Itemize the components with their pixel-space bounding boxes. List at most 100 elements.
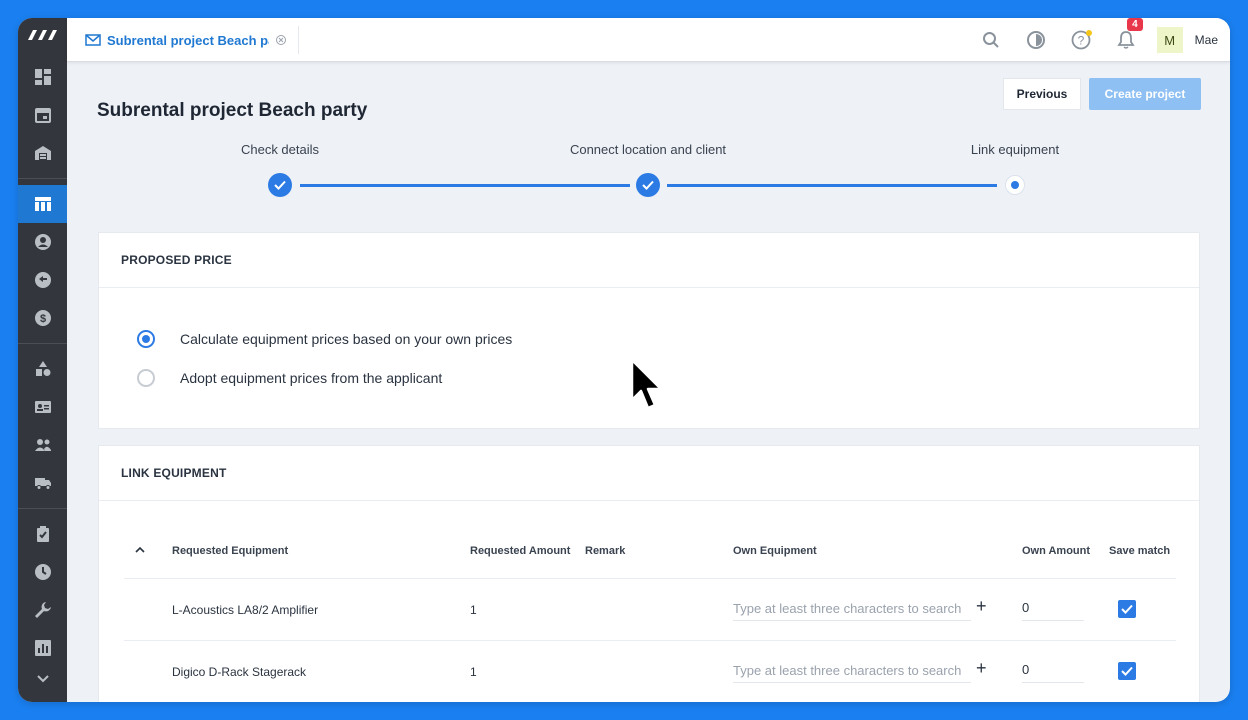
- own-amount-input[interactable]: 0: [1022, 657, 1084, 683]
- tab-subrental-project[interactable]: Subrental project Beach party: [85, 26, 299, 54]
- check-icon: [642, 180, 654, 190]
- help-button[interactable]: ?: [1059, 18, 1104, 62]
- nav-reports[interactable]: [18, 629, 67, 667]
- clipboard-check-icon: [36, 526, 49, 542]
- add-icon[interactable]: +: [976, 658, 987, 679]
- add-icon[interactable]: +: [976, 596, 987, 617]
- svg-text:?: ?: [1078, 34, 1085, 48]
- wrench-icon: [34, 602, 51, 618]
- group-icon: [34, 439, 51, 451]
- user-name[interactable]: Mae: [1195, 33, 1218, 47]
- mouse-pointer-icon: [630, 358, 663, 410]
- tab-label: Subrental project Beach party: [107, 32, 269, 48]
- nav-dashboard[interactable]: [18, 58, 67, 96]
- requested-equipment: Digico D-Rack Stagerack: [172, 665, 307, 679]
- projects-icon: [34, 197, 51, 211]
- step-connector: [300, 184, 630, 187]
- nav-contacts[interactable]: [18, 223, 67, 261]
- bar-chart-icon: [34, 640, 51, 656]
- create-project-button[interactable]: Create project: [1089, 78, 1201, 110]
- nav-time[interactable]: [18, 553, 67, 591]
- calendar-icon: [34, 108, 51, 123]
- nav-divider: [18, 178, 67, 179]
- current-step-dot: [1011, 181, 1019, 189]
- logo-icon: [27, 30, 57, 40]
- col-save-match[interactable]: Save match: [1109, 545, 1170, 557]
- check-icon: [274, 180, 286, 190]
- nav-equipment[interactable]: [18, 350, 67, 388]
- col-remark[interactable]: Remark: [585, 545, 625, 557]
- nav-divider: [18, 343, 67, 344]
- price-option-applicant[interactable]: Adopt equipment prices from the applican…: [137, 369, 442, 387]
- radio-own-prices[interactable]: [137, 330, 155, 348]
- help-indicator: [1085, 30, 1092, 36]
- step-connector: [667, 184, 997, 187]
- own-amount-input[interactable]: 0: [1022, 595, 1084, 621]
- dashboard-icon: [34, 69, 51, 85]
- nav-maintenance[interactable]: [18, 591, 67, 629]
- save-match-checkbox[interactable]: [1118, 600, 1136, 618]
- clock-icon: [34, 564, 51, 580]
- check-icon: [1121, 666, 1133, 676]
- table-row: L-Acoustics LA8/2 Amplifier 1 + 0: [124, 578, 1176, 640]
- nav-divider: [18, 508, 67, 509]
- col-requested-equipment[interactable]: Requested Equipment: [172, 545, 288, 557]
- user-circle-icon: [34, 234, 51, 250]
- previous-button[interactable]: Previous: [1003, 78, 1081, 110]
- dollar-icon: $: [34, 310, 51, 326]
- step-connect-location[interactable]: [636, 173, 660, 197]
- proposed-price-heading: PROPOSED PRICE: [99, 233, 1199, 288]
- nav-crew[interactable]: [18, 388, 67, 426]
- svg-text:$: $: [39, 313, 45, 325]
- close-icon[interactable]: [275, 34, 287, 46]
- chevron-up-icon[interactable]: [135, 546, 145, 554]
- col-own-amount[interactable]: Own Amount: [1022, 545, 1090, 557]
- step-label-connect-location: Connect location and client: [569, 142, 727, 157]
- price-option-own[interactable]: Calculate equipment prices based on your…: [137, 330, 512, 348]
- notification-badge: 4: [1127, 18, 1143, 31]
- bell-icon: [1117, 31, 1135, 49]
- timer-icon: [1027, 31, 1046, 49]
- col-requested-amount[interactable]: Requested Amount: [470, 545, 570, 557]
- step-label-link-equipment: Link equipment: [970, 142, 1060, 157]
- save-match-checkbox[interactable]: [1118, 662, 1136, 680]
- nav-expand[interactable]: [18, 667, 67, 691]
- radio-applicant-prices-label: Adopt equipment prices from the applican…: [180, 370, 443, 386]
- id-card-icon: [34, 401, 51, 413]
- warehouse-icon: [34, 146, 51, 160]
- shapes-icon: [35, 361, 50, 376]
- app-window: $ Subrental project Beach p ? 4 M Mae Su…: [18, 18, 1230, 702]
- nav-transport[interactable]: [18, 464, 67, 502]
- radio-applicant-prices[interactable]: [137, 369, 155, 387]
- radio-own-prices-label: Calculate equipment prices based on your…: [180, 331, 513, 347]
- nav-tasks[interactable]: [18, 515, 67, 553]
- avatar[interactable]: M: [1156, 27, 1183, 53]
- link-equipment-card: LINK EQUIPMENT Requested Equipment Reque…: [99, 446, 1199, 702]
- activity-button[interactable]: [1014, 18, 1059, 62]
- search-button[interactable]: [969, 18, 1014, 62]
- nav-finance[interactable]: $: [18, 299, 67, 337]
- requested-amount: 1: [470, 603, 477, 617]
- requested-amount: 1: [470, 665, 477, 679]
- check-icon: [1121, 604, 1133, 614]
- step-link-equipment[interactable]: [1005, 175, 1025, 195]
- sidebar: $: [18, 18, 67, 702]
- col-own-equipment[interactable]: Own Equipment: [733, 545, 817, 557]
- nav-sync[interactable]: [18, 261, 67, 299]
- notifications-button[interactable]: 4: [1104, 18, 1149, 62]
- mail-icon: [85, 34, 101, 46]
- search-icon: [983, 32, 999, 48]
- top-bar: Subrental project Beach party ? 4 M Mae: [67, 18, 1230, 62]
- truck-icon: [34, 478, 51, 490]
- nav-calendar[interactable]: [18, 96, 67, 134]
- nav-warehouse[interactable]: [18, 134, 67, 172]
- nav-team[interactable]: [18, 426, 67, 464]
- step-check-details[interactable]: [268, 173, 292, 197]
- own-equipment-search-input[interactable]: [733, 597, 971, 621]
- table-row: Digico D-Rack Stagerack 1 + 0: [124, 640, 1176, 702]
- stepper: Check details Connect location and clien…: [67, 142, 1230, 202]
- own-equipment-search-input[interactable]: [733, 659, 971, 683]
- step-label-check-details: Check details: [240, 142, 320, 157]
- app-logo[interactable]: [18, 18, 67, 52]
- nav-projects[interactable]: [18, 185, 67, 223]
